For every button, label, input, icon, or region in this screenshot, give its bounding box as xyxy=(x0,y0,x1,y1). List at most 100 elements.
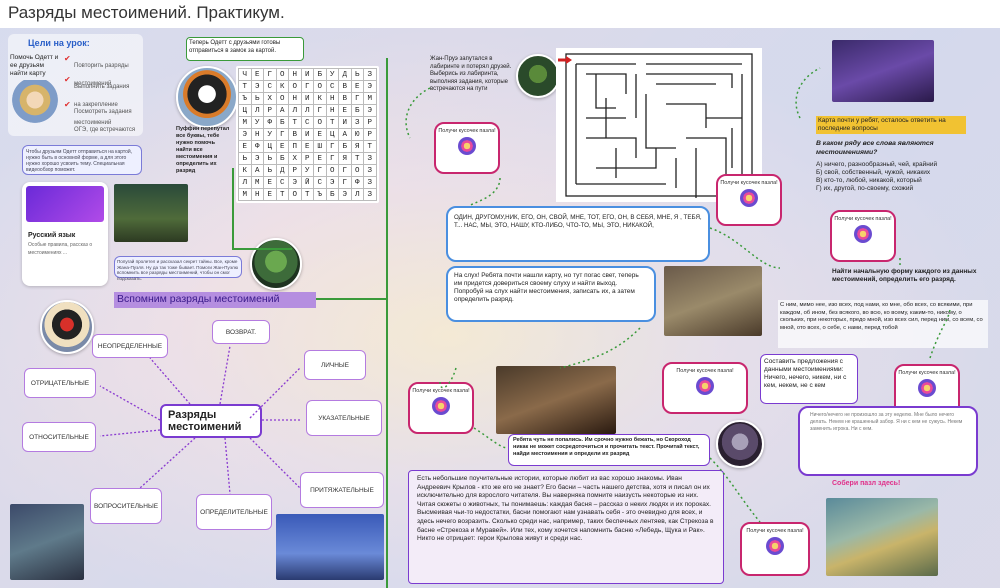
fable-text-box[interactable]: Есть небольшие поучительные истории, кот… xyxy=(408,470,724,584)
wordsearch-cell[interactable]: А xyxy=(250,164,264,177)
wordsearch-cell[interactable]: Л xyxy=(300,104,314,117)
wordsearch-cell[interactable]: Н xyxy=(250,128,264,141)
wordsearch-cell[interactable]: Б xyxy=(350,104,364,117)
quiz-option-a[interactable]: А) ничего, разнообразный, чей, крайний xyxy=(816,161,986,169)
wordsearch-cell[interactable]: Ц xyxy=(263,140,277,153)
wordsearch-cell[interactable]: Г xyxy=(275,128,289,141)
wordsearch-cell[interactable]: Б xyxy=(325,188,339,201)
wordsearch-cell[interactable]: Х xyxy=(263,92,277,105)
wordsearch-cell[interactable]: В xyxy=(338,80,352,93)
wordsearch-cell[interactable]: П xyxy=(288,140,302,153)
wordsearch-cell[interactable]: Ь xyxy=(350,68,364,81)
wordsearch-cell[interactable]: Ь xyxy=(238,152,252,165)
wordsearch-cell[interactable]: О xyxy=(313,80,327,93)
wordsearch-cell[interactable]: Б xyxy=(338,140,352,153)
wordsearch-cell[interactable]: Г xyxy=(313,164,327,177)
wordsearch-cell[interactable]: М xyxy=(238,188,252,201)
video-card[interactable]: Русский язык Особые правила, рассказ о м… xyxy=(22,182,108,286)
wordsearch-cell[interactable]: Е xyxy=(263,188,277,201)
wordsearch-cell[interactable]: К xyxy=(275,80,289,93)
wordsearch-cell[interactable]: И xyxy=(300,128,314,141)
wordsearch-cell[interactable]: Э xyxy=(250,152,264,165)
wordsearch-cell[interactable]: Д xyxy=(275,164,289,177)
wordsearch-cell[interactable]: Д xyxy=(338,68,352,81)
wordsearch-cell[interactable]: Ц xyxy=(238,104,252,117)
wordsearch-cell[interactable]: Е xyxy=(350,80,364,93)
wordsearch-cell[interactable]: Т xyxy=(288,116,302,129)
wordsearch-cell[interactable]: Л xyxy=(350,188,364,201)
video-thumbnail[interactable] xyxy=(26,186,104,222)
editor-box[interactable]: Ничего/нечего не произошло за эту неделю… xyxy=(798,406,978,476)
wordsearch-grid[interactable]: ЧЕГОНИБУДЬЗТЭСКОГОСВЕЭЪЬХОНИКНВГМЦЛРАЛЛГ… xyxy=(236,66,379,203)
wordsearch-cell[interactable]: У xyxy=(325,68,339,81)
quiz-option-c[interactable]: В) кто-то, любой, никакой, который xyxy=(816,177,986,185)
wordsearch-cell[interactable]: Е xyxy=(263,176,277,189)
wordsearch-cell[interactable]: И xyxy=(300,68,314,81)
wordsearch-cell[interactable]: Е xyxy=(250,68,264,81)
wordsearch-cell[interactable]: Г xyxy=(325,140,339,153)
wordsearch-cell[interactable]: Э xyxy=(238,128,252,141)
wordsearch-cell[interactable]: Т xyxy=(363,140,377,153)
wordsearch-cell[interactable]: Г xyxy=(263,68,277,81)
wordsearch-cell[interactable]: Р xyxy=(263,104,277,117)
wordsearch-cell[interactable]: З xyxy=(363,176,377,189)
wordsearch-cell[interactable]: Э xyxy=(250,80,264,93)
wordsearch-cell[interactable]: О xyxy=(275,92,289,105)
wordsearch-cell[interactable]: Б xyxy=(275,152,289,165)
wordsearch-cell[interactable]: Н xyxy=(250,188,264,201)
wordsearch-cell[interactable]: Й xyxy=(300,176,314,189)
wordsearch-cell[interactable]: Ф xyxy=(250,140,264,153)
wordsearch-cell[interactable]: Я xyxy=(350,140,364,153)
wordsearch-cell[interactable]: Ъ xyxy=(313,188,327,201)
pronoun-list-box[interactable]: ОДИН, ДРУГОМУ,НИК, ЕГО, ОН, СВОЙ, МНЕ, Т… xyxy=(446,206,710,262)
wordsearch-cell[interactable]: Г xyxy=(300,80,314,93)
wordsearch-cell[interactable]: И xyxy=(300,92,314,105)
wordsearch-cell[interactable]: Я xyxy=(338,152,352,165)
puzzle-bubble-7[interactable]: Получи кусочек пазла! xyxy=(740,522,810,576)
wordsearch-cell[interactable]: У xyxy=(250,116,264,129)
wordsearch-cell[interactable]: Е xyxy=(275,140,289,153)
wordsearch-cell[interactable]: Ф xyxy=(350,176,364,189)
wordsearch-cell[interactable]: Н xyxy=(325,92,339,105)
wordsearch-cell[interactable]: О xyxy=(350,164,364,177)
wordsearch-cell[interactable]: У xyxy=(263,128,277,141)
wordsearch-cell[interactable]: А xyxy=(338,128,352,141)
wordsearch-cell[interactable]: У xyxy=(300,164,314,177)
wordsearch-cell[interactable]: Г xyxy=(338,176,352,189)
wordsearch-cell[interactable]: Е xyxy=(313,152,327,165)
wordsearch-cell[interactable]: З xyxy=(363,164,377,177)
wordsearch-cell[interactable]: Ъ xyxy=(238,92,252,105)
wordsearch-cell[interactable]: Б xyxy=(313,68,327,81)
wordsearch-cell[interactable]: М xyxy=(363,92,377,105)
wordsearch-cell[interactable]: Э xyxy=(338,188,352,201)
wordsearch-cell[interactable]: Е xyxy=(338,104,352,117)
wordsearch-cell[interactable]: Н xyxy=(288,92,302,105)
wordsearch-cell[interactable]: Ю xyxy=(350,128,364,141)
wordsearch-cell[interactable]: Ч xyxy=(238,68,252,81)
wordsearch-cell[interactable]: Э xyxy=(363,104,377,117)
puzzle-bubble-2[interactable]: Получи кусочек пазла! xyxy=(716,174,782,226)
wordsearch-cell[interactable]: М xyxy=(250,176,264,189)
wordsearch-cell[interactable]: О xyxy=(275,68,289,81)
wordsearch-cell[interactable]: Э xyxy=(325,176,339,189)
wordsearch-cell[interactable]: Р xyxy=(363,116,377,129)
wordsearch-cell[interactable]: О xyxy=(288,188,302,201)
wordsearch-cell[interactable]: Ь xyxy=(250,92,264,105)
puzzle-bubble-3[interactable]: Получи кусочек пазла! xyxy=(830,210,896,262)
wordsearch-cell[interactable]: С xyxy=(263,80,277,93)
wordsearch-cell[interactable]: Т xyxy=(300,188,314,201)
wordsearch-cell[interactable]: А xyxy=(275,104,289,117)
wordsearch-cell[interactable]: В xyxy=(338,92,352,105)
wordsearch-table[interactable]: ЧЕГОНИБУДЬЗТЭСКОГОСВЕЭЪЬХОНИКНВГМЦЛРАЛЛГ… xyxy=(238,68,377,201)
wordsearch-cell[interactable]: К xyxy=(313,92,327,105)
puzzle-bubble-5[interactable]: Получи кусочек пазла! xyxy=(662,362,748,414)
wordsearch-cell[interactable]: Э xyxy=(363,80,377,93)
wordsearch-cell[interactable]: С xyxy=(275,176,289,189)
wordsearch-cell[interactable]: Ш xyxy=(313,140,327,153)
wordsearch-cell[interactable]: Г xyxy=(325,152,339,165)
wordsearch-cell[interactable]: Ь xyxy=(263,152,277,165)
wordsearch-cell[interactable]: С xyxy=(313,176,327,189)
puzzle-target-image[interactable] xyxy=(826,498,938,576)
wordsearch-cell[interactable]: Х xyxy=(288,152,302,165)
wordsearch-cell[interactable]: Т xyxy=(325,116,339,129)
